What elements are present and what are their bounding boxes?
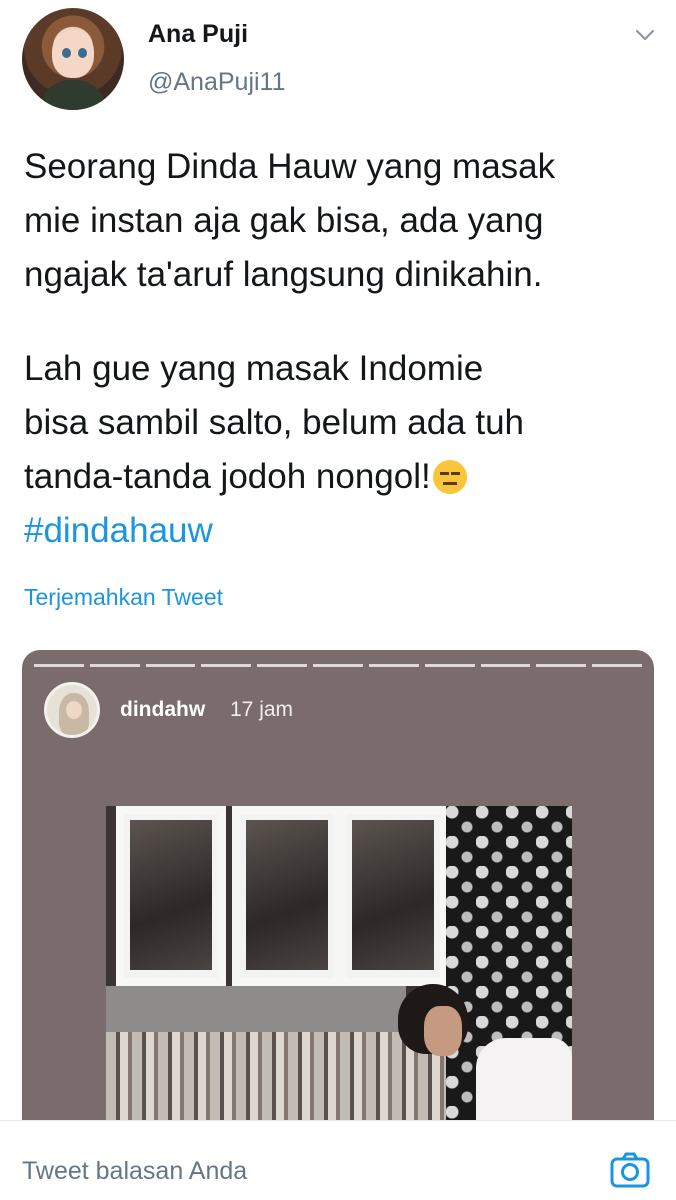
person-face [424, 1006, 462, 1056]
kitchen-photo [106, 806, 572, 1130]
story-avatar [44, 682, 100, 738]
avatar-body [40, 80, 106, 110]
tweet-text-line: mie instan aja gak bisa, ada yang [24, 201, 544, 240]
reply-input[interactable]: Tweet balasan Anda [22, 1157, 247, 1186]
expressionless-face-emoji-icon [432, 460, 467, 494]
range-hood [106, 986, 406, 1032]
tweet-text-span: tanda-tanda jodoh nongol! [24, 457, 431, 496]
hashtag-link[interactable]: #dindahauw [24, 504, 654, 558]
story-username: dindahw [120, 698, 206, 721]
avatar-eye [78, 48, 87, 58]
tweet-text-line: bisa sambil salto, belum ada tuh [24, 403, 524, 442]
person-shirt [476, 1038, 572, 1130]
camera-icon[interactable] [610, 1151, 650, 1189]
tweet-header: Ana Puji @AnaPuji11 [0, 0, 676, 120]
author-avatar[interactable] [22, 8, 124, 110]
tweet-text-line: Lah gue yang masak Indomie [24, 349, 484, 388]
tweet-media-image[interactable]: dindahw 17 jam [22, 650, 654, 1130]
author-name[interactable]: Ana Puji [148, 20, 248, 49]
tweet-text-line: Seorang Dinda Hauw yang masak [24, 147, 556, 186]
story-progress-bar [34, 664, 642, 667]
avatar-face [52, 30, 94, 78]
cabinet-door [116, 806, 226, 986]
translate-tweet-link[interactable]: Terjemahkan Tweet [24, 584, 223, 611]
backsplash-tiles [106, 1032, 446, 1130]
cabinet-door [232, 806, 342, 986]
reply-bar: Tweet balasan Anda [0, 1120, 676, 1200]
avatar-eye [62, 48, 71, 58]
tweet-text-line: ngajak ta'aruf langsung dinikahin. [24, 255, 543, 294]
tweet-text-line-last: tanda-tanda jodoh nongol! [24, 450, 654, 504]
cabinet-door [338, 806, 448, 986]
chevron-down-icon[interactable] [634, 24, 656, 46]
tweet-text: Seorang Dinda Hauw yang masak mie instan… [24, 140, 654, 558]
story-timestamp: 17 jam [230, 698, 294, 721]
author-handle[interactable]: @AnaPuji11 [148, 68, 286, 97]
